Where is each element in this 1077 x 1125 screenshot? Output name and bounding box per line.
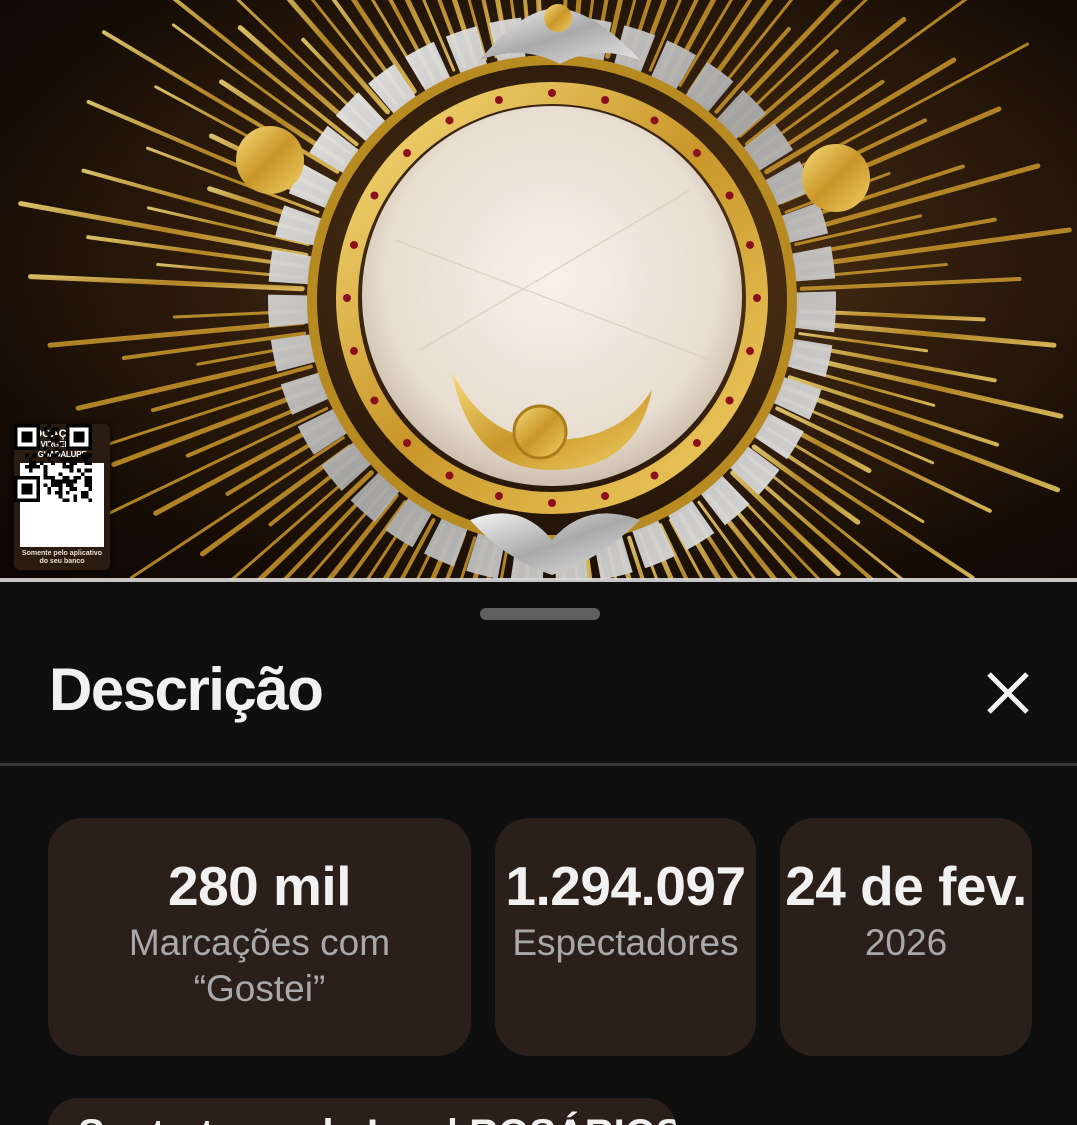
hashtag-chip[interactable]: Santo terço da Luz | ROSÁRIOS [48,1098,676,1125]
publish-year: 2026 [864,922,948,963]
close-icon [987,672,1029,714]
video-player[interactable]: DOAÇÕES VIRGEM DE GUADALUPE Somente pelo… [0,0,1077,580]
description-sheet: Descrição 280 mil Marcações com “Gostei”… [0,585,1077,1125]
sheet-title: Descrição [49,656,324,723]
donation-note: Somente pelo aplicativo do seu banco [21,550,103,565]
likes-count: 280 mil [167,855,352,917]
likes-stat: 280 mil Marcações com “Gostei” [48,818,471,1056]
views-count: 1.294.097 [505,855,746,917]
views-stat: 1.294.097 Espectadores [495,818,756,1056]
chip-text: Santo terço da Luz | ROSÁRIOS [78,1112,676,1125]
video-progress-line [0,578,1077,582]
qr-code-icon [14,424,104,547]
donation-qr-card: DOAÇÕES VIRGEM DE GUADALUPE Somente pelo… [14,424,110,570]
monstrance-image [18,0,1072,580]
divider [0,763,1077,766]
drag-handle[interactable] [480,608,600,620]
close-button[interactable] [978,663,1038,723]
likes-label: Marcações com “Gostei” [128,922,391,1009]
views-label: Espectadores [512,922,739,963]
date-stat: 24 de fev. 2026 [780,818,1032,1056]
publish-date: 24 de fev. [785,855,1027,917]
